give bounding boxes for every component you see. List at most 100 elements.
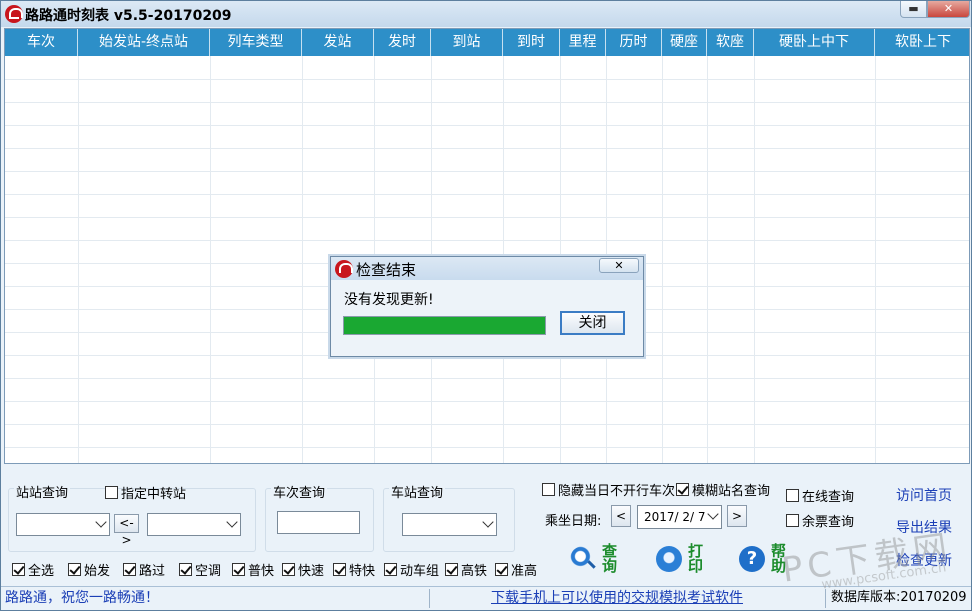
print-button[interactable]: 打印 — [656, 544, 704, 574]
help-button[interactable]: ? 帮助 — [739, 544, 787, 574]
station-lookup-label: 车站查询 — [389, 482, 446, 501]
checkbox-box[interactable] — [542, 483, 555, 496]
minimize-button[interactable]: ▬ — [900, 1, 927, 18]
checkbox-box[interactable] — [68, 563, 81, 576]
grid-row-line — [5, 171, 969, 172]
grid-row-line — [5, 79, 969, 80]
filter-label: 动车组 — [400, 564, 440, 579]
column-header[interactable]: 软座 — [707, 29, 754, 56]
dialog-close-icon[interactable]: ✕ — [599, 258, 639, 273]
home-link[interactable]: 访问首页 — [896, 485, 952, 505]
search-label: 查询 — [602, 542, 618, 575]
grid-row-line — [5, 378, 969, 379]
checkbox-box[interactable] — [179, 563, 192, 576]
grid-row-line — [5, 148, 969, 149]
ticket-query-checkbox[interactable]: 余票查询 — [786, 511, 854, 530]
dialog-close-button[interactable]: 关闭 — [560, 311, 625, 335]
grid-column-line — [78, 56, 79, 463]
fuzzy-station-label: 模糊站名查询 — [692, 484, 771, 499]
close-button[interactable]: ✕ — [927, 1, 970, 18]
train-number-input[interactable] — [277, 511, 360, 534]
status-promo-link[interactable]: 下载手机上可以使用的交规模拟考试软件 — [491, 587, 743, 610]
swap-stations-button[interactable]: <-> — [114, 514, 139, 547]
grid-header: 车次 始发站-终点站 列车类型 发站 发时 到站 到时 里程 历时 硬座 软座 … — [5, 29, 969, 56]
checkbox-box[interactable] — [123, 563, 136, 576]
column-header[interactable]: 始发站-终点站 — [78, 29, 210, 56]
main-window: 路路通时刻表 v5.5-20170209 ▬ ✕ 车次 始发站-终点站 列车类型… — [0, 0, 972, 611]
checkbox-box[interactable] — [333, 563, 346, 576]
column-header[interactable]: 到时 — [503, 29, 560, 56]
checkbox-box[interactable] — [232, 563, 245, 576]
export-link[interactable]: 导出结果 — [896, 517, 952, 537]
column-header[interactable]: 到站 — [431, 29, 503, 56]
filter-label: 普快 — [248, 564, 275, 579]
checkbox-box[interactable] — [786, 489, 799, 502]
hide-not-running-label: 隐藏当日不开行车次 — [558, 484, 676, 499]
checkbox-box[interactable] — [495, 563, 508, 576]
transfer-checkbox[interactable]: 指定中转站 — [105, 483, 186, 502]
fuzzy-station-checkbox[interactable]: 模糊站名查询 — [676, 480, 770, 499]
filter-checkbox[interactable]: 空调 — [179, 560, 221, 579]
online-query-checkbox[interactable]: 在线查询 — [786, 486, 854, 505]
grid-row-line — [5, 401, 969, 402]
checkbox-box[interactable] — [384, 563, 397, 576]
column-header[interactable]: 列车类型 — [210, 29, 302, 56]
filter-label: 快速 — [298, 564, 325, 579]
checkbox-box[interactable] — [445, 563, 458, 576]
next-date-button[interactable]: > — [727, 505, 747, 527]
column-header[interactable]: 发时 — [374, 29, 431, 56]
help-icon: ? — [739, 546, 765, 572]
ticket-query-label: 余票查询 — [802, 515, 855, 530]
status-db-version: 数据库版本:20170209 — [831, 590, 967, 605]
column-header[interactable]: 车次 — [5, 29, 78, 56]
chevron-down-icon — [482, 516, 494, 528]
checkbox-box[interactable] — [786, 514, 799, 527]
chevron-down-icon — [707, 508, 719, 520]
filter-checkbox[interactable]: 高铁 — [445, 560, 487, 579]
filter-checkbox[interactable]: 快速 — [282, 560, 324, 579]
filter-checkbox[interactable]: 准高 — [495, 560, 537, 579]
window-title: 路路通时刻表 v5.5-20170209 — [25, 8, 232, 24]
filter-label: 准高 — [511, 564, 538, 579]
transfer-checkbox-box[interactable] — [105, 486, 118, 499]
grid-row-line — [5, 102, 969, 103]
check-update-link[interactable]: 检查更新 — [896, 550, 952, 570]
grid-row-line — [5, 194, 969, 195]
hide-not-running-checkbox[interactable]: 隐藏当日不开行车次 — [542, 480, 675, 499]
grid-column-line — [707, 56, 708, 463]
filter-checkbox[interactable]: 路过 — [123, 560, 165, 579]
filter-checkbox[interactable]: 始发 — [68, 560, 110, 579]
dialog-message: 没有发现更新! — [344, 292, 434, 308]
column-header[interactable]: 软卧上下 — [875, 29, 969, 56]
print-label: 打印 — [688, 542, 704, 575]
checkbox-box[interactable] — [282, 563, 295, 576]
from-station-select[interactable] — [16, 513, 110, 536]
date-label: 乘坐日期: — [545, 514, 602, 529]
filter-checkbox[interactable]: 普快 — [232, 560, 274, 579]
checkbox-box[interactable] — [676, 483, 689, 496]
filter-checkbox[interactable]: 特快 — [333, 560, 375, 579]
column-header[interactable]: 硬座 — [662, 29, 707, 56]
timetable-grid[interactable]: 车次 始发站-终点站 列车类型 发站 发时 到站 到时 里程 历时 硬座 软座 … — [4, 28, 970, 464]
checkbox-box[interactable] — [12, 563, 25, 576]
dialog-title: 检查结束 — [356, 261, 417, 279]
update-progress-bar — [343, 316, 546, 335]
column-header[interactable]: 硬卧上中下 — [754, 29, 875, 56]
train-query-label: 车次查询 — [271, 482, 328, 501]
prev-date-button[interactable]: < — [611, 505, 631, 527]
column-header[interactable]: 历时 — [606, 29, 662, 56]
dialog-title-bar: 检查结束 ✕ — [331, 257, 643, 280]
title-bar: 路路通时刻表 v5.5-20170209 ▬ ✕ — [1, 1, 971, 27]
column-header[interactable]: 发站 — [302, 29, 374, 56]
search-icon — [570, 546, 596, 572]
search-button[interactable]: 查询 — [570, 544, 618, 574]
column-header[interactable]: 里程 — [560, 29, 606, 56]
filter-checkbox[interactable]: 全选 — [12, 560, 54, 579]
to-station-select[interactable] — [147, 513, 241, 536]
filter-checkbox[interactable]: 动车组 — [384, 560, 439, 579]
station-query-label: 站站查询 — [14, 482, 71, 501]
station-lookup-select[interactable] — [402, 513, 497, 536]
grid-column-line — [302, 56, 303, 463]
date-picker[interactable]: 2017/ 2/ 7 — [637, 505, 722, 529]
grid-column-line — [210, 56, 211, 463]
